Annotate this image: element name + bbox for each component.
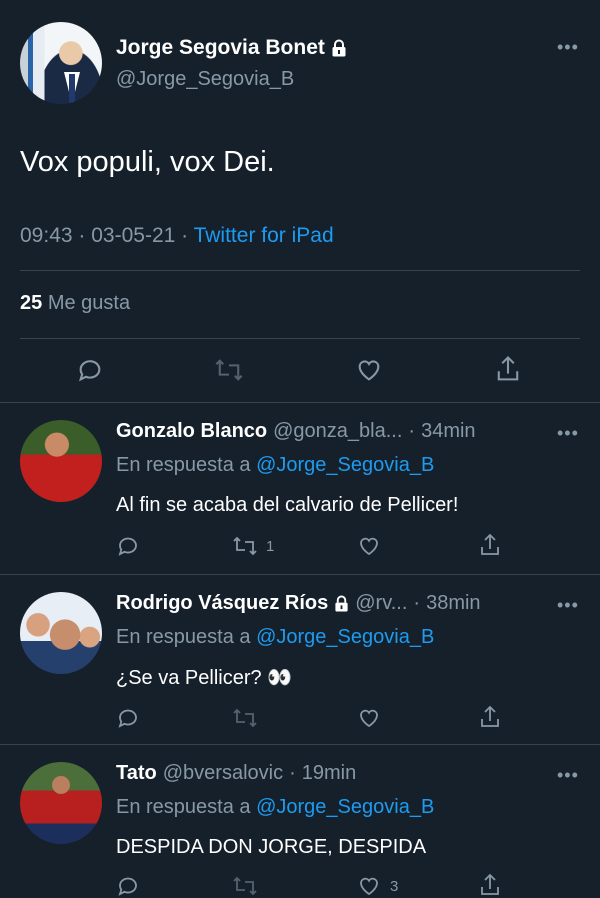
reply-to-line: En respuesta a @Jorge_Segovia_B xyxy=(116,454,434,477)
lock-icon xyxy=(335,595,348,612)
author-handle[interactable]: @Jorge_Segovia_B xyxy=(116,68,294,91)
retweet-icon xyxy=(233,876,257,896)
reply-author-name[interactable]: Gonzalo Blanco xyxy=(116,420,267,443)
avatar-tie-shape xyxy=(69,74,75,104)
reply-to-mention[interactable]: @Jorge_Segovia_B xyxy=(256,626,434,648)
reply-author-handle[interactable]: @gonza_bla... xyxy=(273,420,402,443)
more-icon[interactable]: ••• xyxy=(557,38,579,56)
heart-icon xyxy=(358,360,380,381)
reply-to-line: En respuesta a @Jorge_Segovia_B xyxy=(116,796,434,819)
divider xyxy=(0,402,600,403)
tweet-time: 09:43 xyxy=(20,224,73,247)
like-button[interactable] xyxy=(356,534,382,558)
reply-author-row: Tato @bversalovic · 19min xyxy=(116,762,357,785)
tweet-text: Vox populi, vox Dei. xyxy=(20,146,275,178)
reply-text: DESPIDA DON JORGE, DESPIDA xyxy=(116,836,427,858)
share-button[interactable] xyxy=(478,872,502,898)
eyes-emoji: 👀 xyxy=(267,667,293,689)
reply-to-mention[interactable]: @Jorge_Segovia_B xyxy=(256,796,434,818)
reply-author-row: Gonzalo Blanco @gonza_bla... · 34min xyxy=(116,420,476,443)
retweet-icon xyxy=(215,359,243,381)
reply-icon xyxy=(118,877,137,896)
retweet-icon xyxy=(233,536,257,556)
share-icon xyxy=(481,705,499,727)
retweet-button[interactable] xyxy=(232,874,258,898)
reply-author-handle[interactable]: @rv... xyxy=(355,592,407,615)
like-button[interactable]: 3 xyxy=(356,874,398,898)
reply-time: 38min xyxy=(426,592,481,614)
reply-prefix: En respuesta a xyxy=(116,454,251,476)
reply-author-handle[interactable]: @bversalovic xyxy=(163,762,283,785)
like-button[interactable] xyxy=(355,356,383,384)
reply-text: Al fin se acaba del calvario de Pellicer… xyxy=(116,494,459,516)
tweet-meta: 09:43 · 03-05-21 · Twitter for iPad xyxy=(20,224,334,247)
author-name-row[interactable]: Jorge Segovia Bonet xyxy=(116,36,347,60)
reply-author-name[interactable]: Tato xyxy=(116,762,157,785)
retweet-button[interactable]: 1 xyxy=(232,534,274,558)
reply-text: ¿Se va Pellicer? xyxy=(116,667,262,689)
reply-avatar[interactable] xyxy=(20,420,102,502)
share-button[interactable] xyxy=(478,704,502,730)
reply-button[interactable] xyxy=(116,706,140,730)
reply-text-row: ¿Se va Pellicer? 👀 xyxy=(116,665,292,690)
likes-count: 25 xyxy=(20,292,43,314)
reply-avatar[interactable] xyxy=(20,762,102,844)
more-icon[interactable]: ••• xyxy=(557,596,579,614)
heart-icon xyxy=(360,537,378,556)
retweet-button[interactable] xyxy=(214,356,244,384)
retweet-count: 1 xyxy=(266,537,275,555)
author-name[interactable]: Jorge Segovia Bonet xyxy=(116,36,325,60)
divider xyxy=(20,270,580,271)
reply-author-row: Rodrigo Vásquez Ríos @rv... · 38min xyxy=(116,592,481,615)
avatar-jersey-shape xyxy=(36,478,40,493)
divider xyxy=(20,338,580,339)
share-button[interactable] xyxy=(494,354,522,384)
reply-to-line: En respuesta a @Jorge_Segovia_B xyxy=(116,626,434,649)
more-icon[interactable]: ••• xyxy=(557,766,579,784)
retweet-icon xyxy=(233,708,257,728)
reply-author-name[interactable]: Rodrigo Vásquez Ríos xyxy=(116,592,328,615)
reply-icon xyxy=(78,360,101,382)
tweet-date: 03-05-21 xyxy=(91,224,176,247)
heart-icon xyxy=(360,709,378,728)
reply-prefix: En respuesta a xyxy=(116,796,251,818)
reply-time: 19min xyxy=(301,762,357,784)
reply-to-mention[interactable]: @Jorge_Segovia_B xyxy=(256,454,434,476)
reply-button[interactable] xyxy=(116,874,140,898)
reply-avatar[interactable] xyxy=(20,592,102,674)
likes-summary[interactable]: 25 Me gusta xyxy=(20,292,130,315)
heart-icon xyxy=(360,877,378,896)
like-button[interactable] xyxy=(356,706,382,730)
reply-prefix: En respuesta a xyxy=(116,626,251,648)
share-button[interactable] xyxy=(478,532,502,558)
reply-time: 34min xyxy=(421,420,476,442)
author-avatar[interactable] xyxy=(20,22,102,104)
divider xyxy=(0,574,600,575)
more-icon[interactable]: ••• xyxy=(557,424,579,442)
reply-button[interactable] xyxy=(116,534,140,558)
retweet-button[interactable] xyxy=(232,706,258,730)
tweet-source-link[interactable]: Twitter for iPad xyxy=(194,224,334,247)
lock-icon xyxy=(332,39,346,57)
like-count: 3 xyxy=(390,877,399,895)
likes-label: Me gusta xyxy=(47,292,131,314)
reply-icon xyxy=(118,537,137,556)
reply-button[interactable] xyxy=(76,356,104,384)
share-icon xyxy=(481,873,499,895)
divider xyxy=(0,744,600,745)
share-icon xyxy=(481,533,499,555)
reply-icon xyxy=(118,709,137,728)
share-icon xyxy=(497,355,519,381)
